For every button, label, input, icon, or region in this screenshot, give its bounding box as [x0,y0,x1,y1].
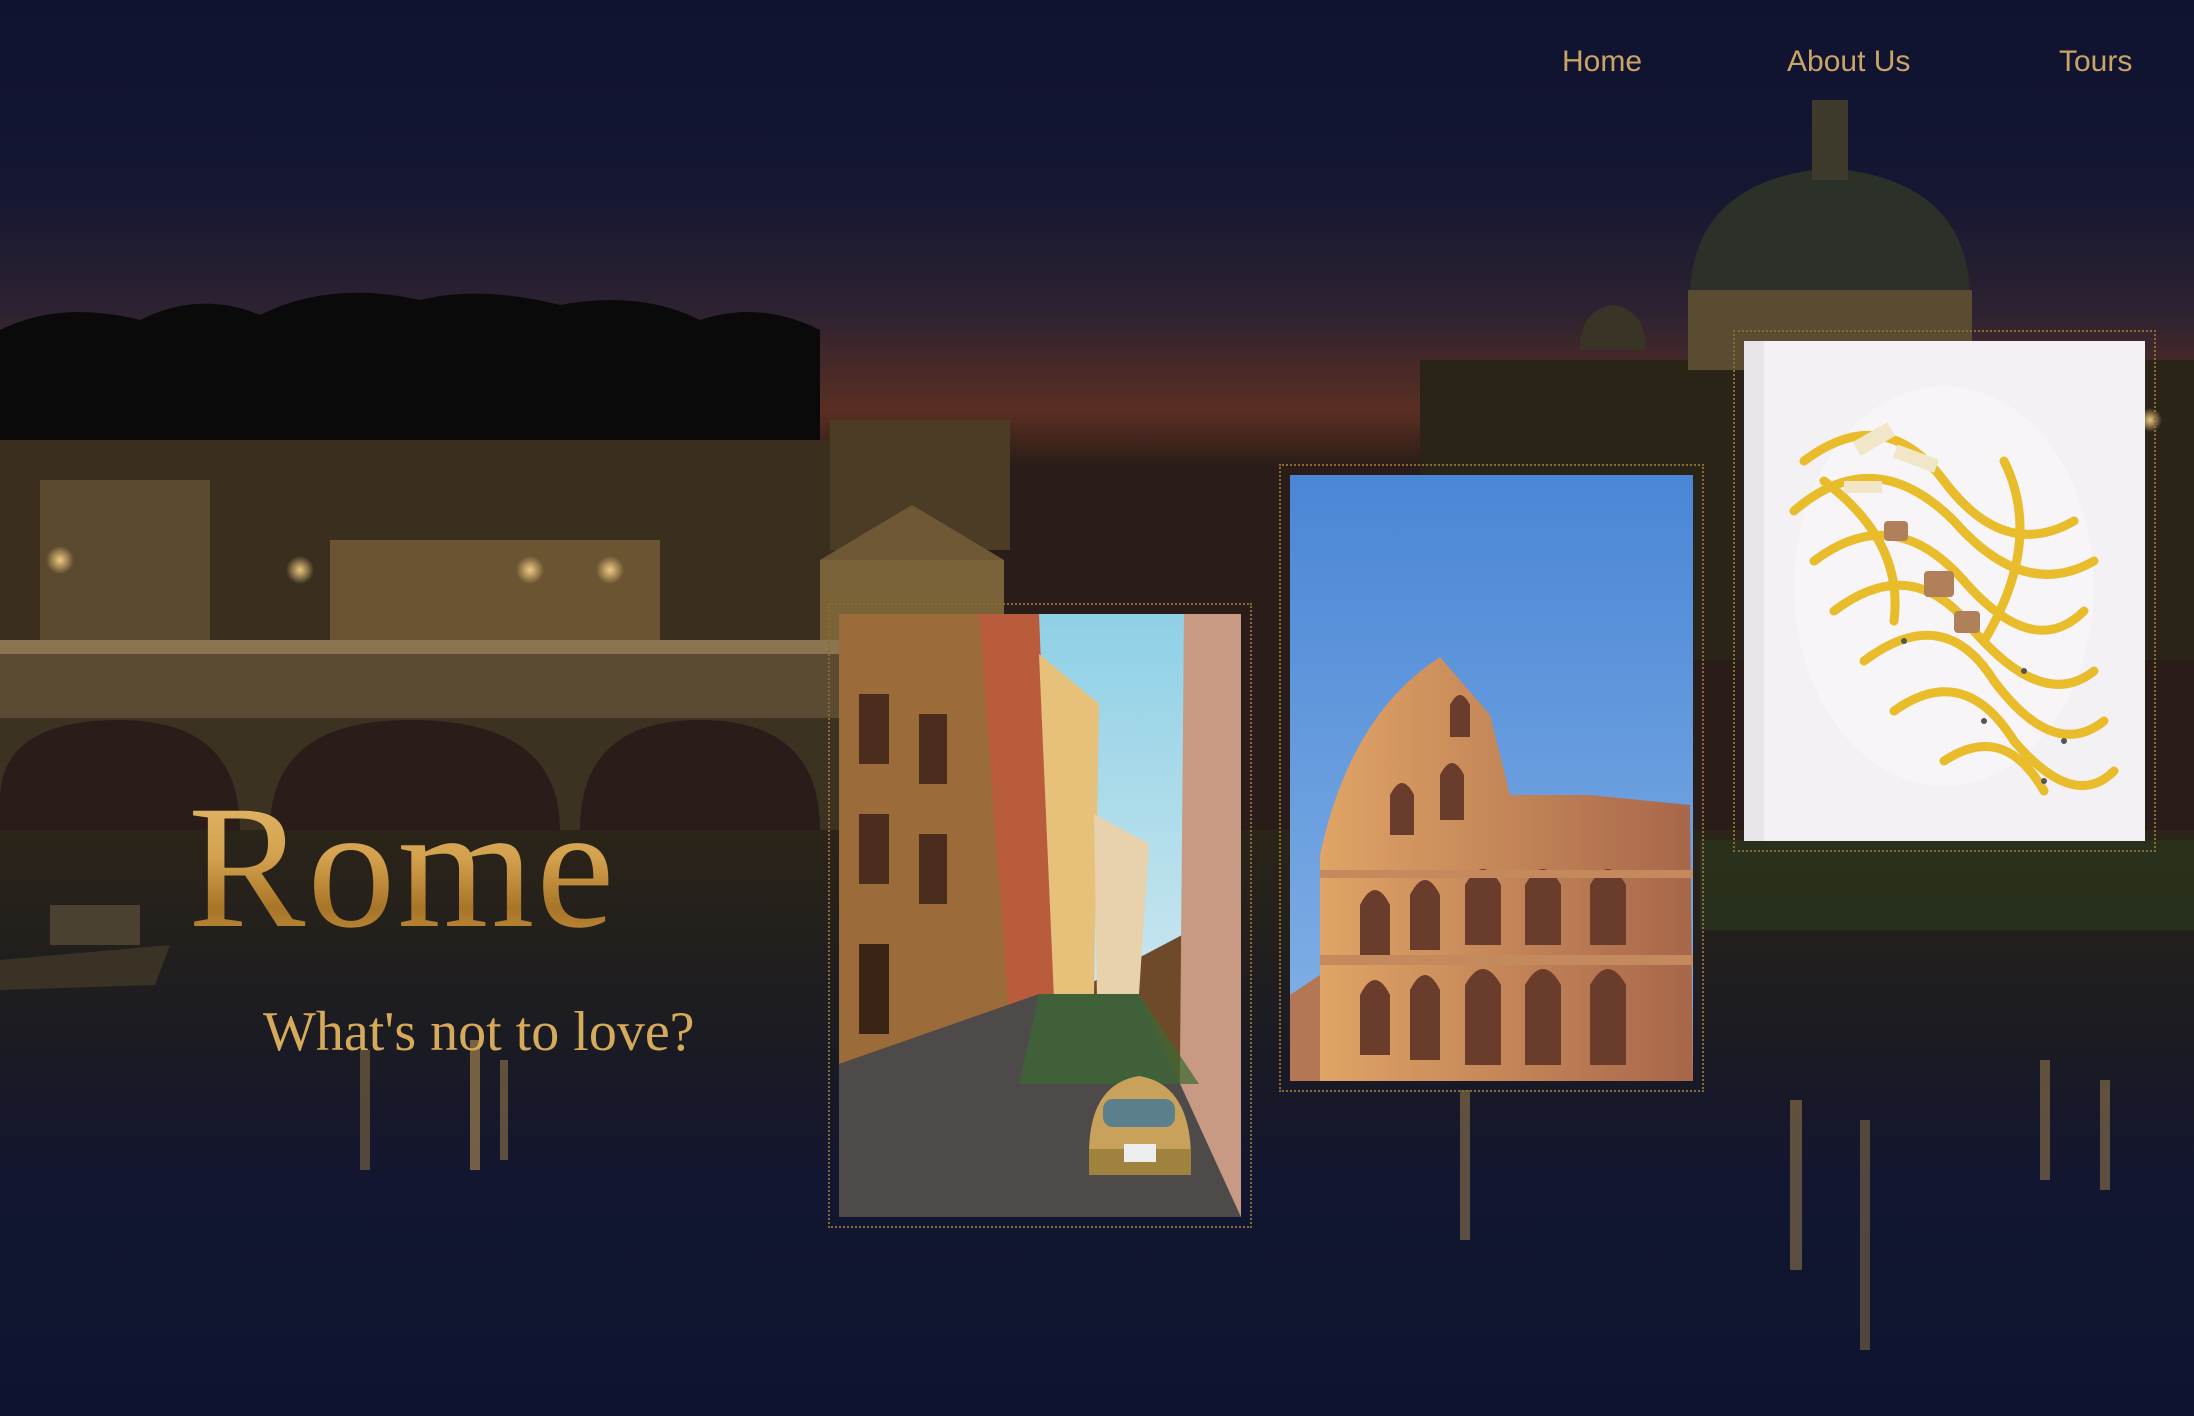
street-photo [839,614,1241,1217]
hero-title: Rome [188,768,616,968]
nav-link-about-us[interactable]: About Us [1787,40,1910,84]
pasta-photo [1744,341,2145,841]
main-navigation: Home About Us Tours [0,40,2194,90]
gallery-card-pasta[interactable] [1733,330,2156,852]
gallery-card-colosseum[interactable] [1279,464,1704,1092]
nav-link-tours[interactable]: Tours [2059,40,2132,84]
gallery-card-street[interactable] [828,603,1252,1228]
hero-tagline: What's not to love? [263,1001,695,1063]
nav-link-home[interactable]: Home [1562,40,1642,84]
colosseum-photo [1290,475,1693,1081]
